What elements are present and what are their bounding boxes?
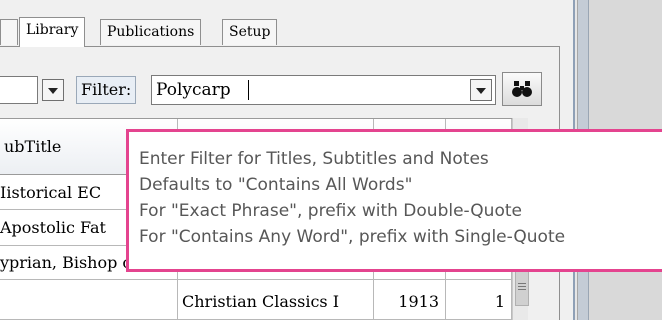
tab-publications[interactable]: Publications (100, 19, 202, 45)
table-row-subtitle[interactable] (0, 280, 178, 320)
tooltip-line: For "Exact Phrase", prefix with Double-Q… (139, 201, 522, 221)
table-row-count[interactable]: 1 (446, 280, 512, 320)
table-row-publisher[interactable]: Christian Classics I (178, 280, 374, 320)
tooltip-line: Enter Filter for Titles, Subtitles and N… (139, 149, 489, 169)
tab-library[interactable]: Library (19, 17, 86, 47)
grip-icon (518, 283, 526, 284)
binoculars-icon (512, 81, 532, 97)
chevron-down-icon[interactable] (42, 79, 64, 101)
tab-previous-partial[interactable] (0, 19, 18, 45)
filter-dropdown-chevron-down-icon[interactable] (470, 79, 492, 101)
field-selector[interactable] (0, 76, 38, 104)
find-button[interactable] (502, 72, 542, 106)
filter-tooltip: Enter Filter for Titles, Subtitles and N… (126, 129, 662, 272)
text-cursor (248, 80, 249, 100)
filter-label: Filter: (76, 76, 137, 104)
tooltip-line: Defaults to "Contains All Words" (139, 175, 413, 195)
filter-input[interactable]: Polycarp (151, 75, 496, 105)
table-row-year[interactable]: 1913 (374, 280, 446, 320)
scrollbar-thumb[interactable] (515, 270, 529, 306)
tooltip-line: For "Contains Any Word", prefix with Sin… (139, 227, 566, 247)
tab-setup[interactable]: Setup (222, 19, 278, 45)
